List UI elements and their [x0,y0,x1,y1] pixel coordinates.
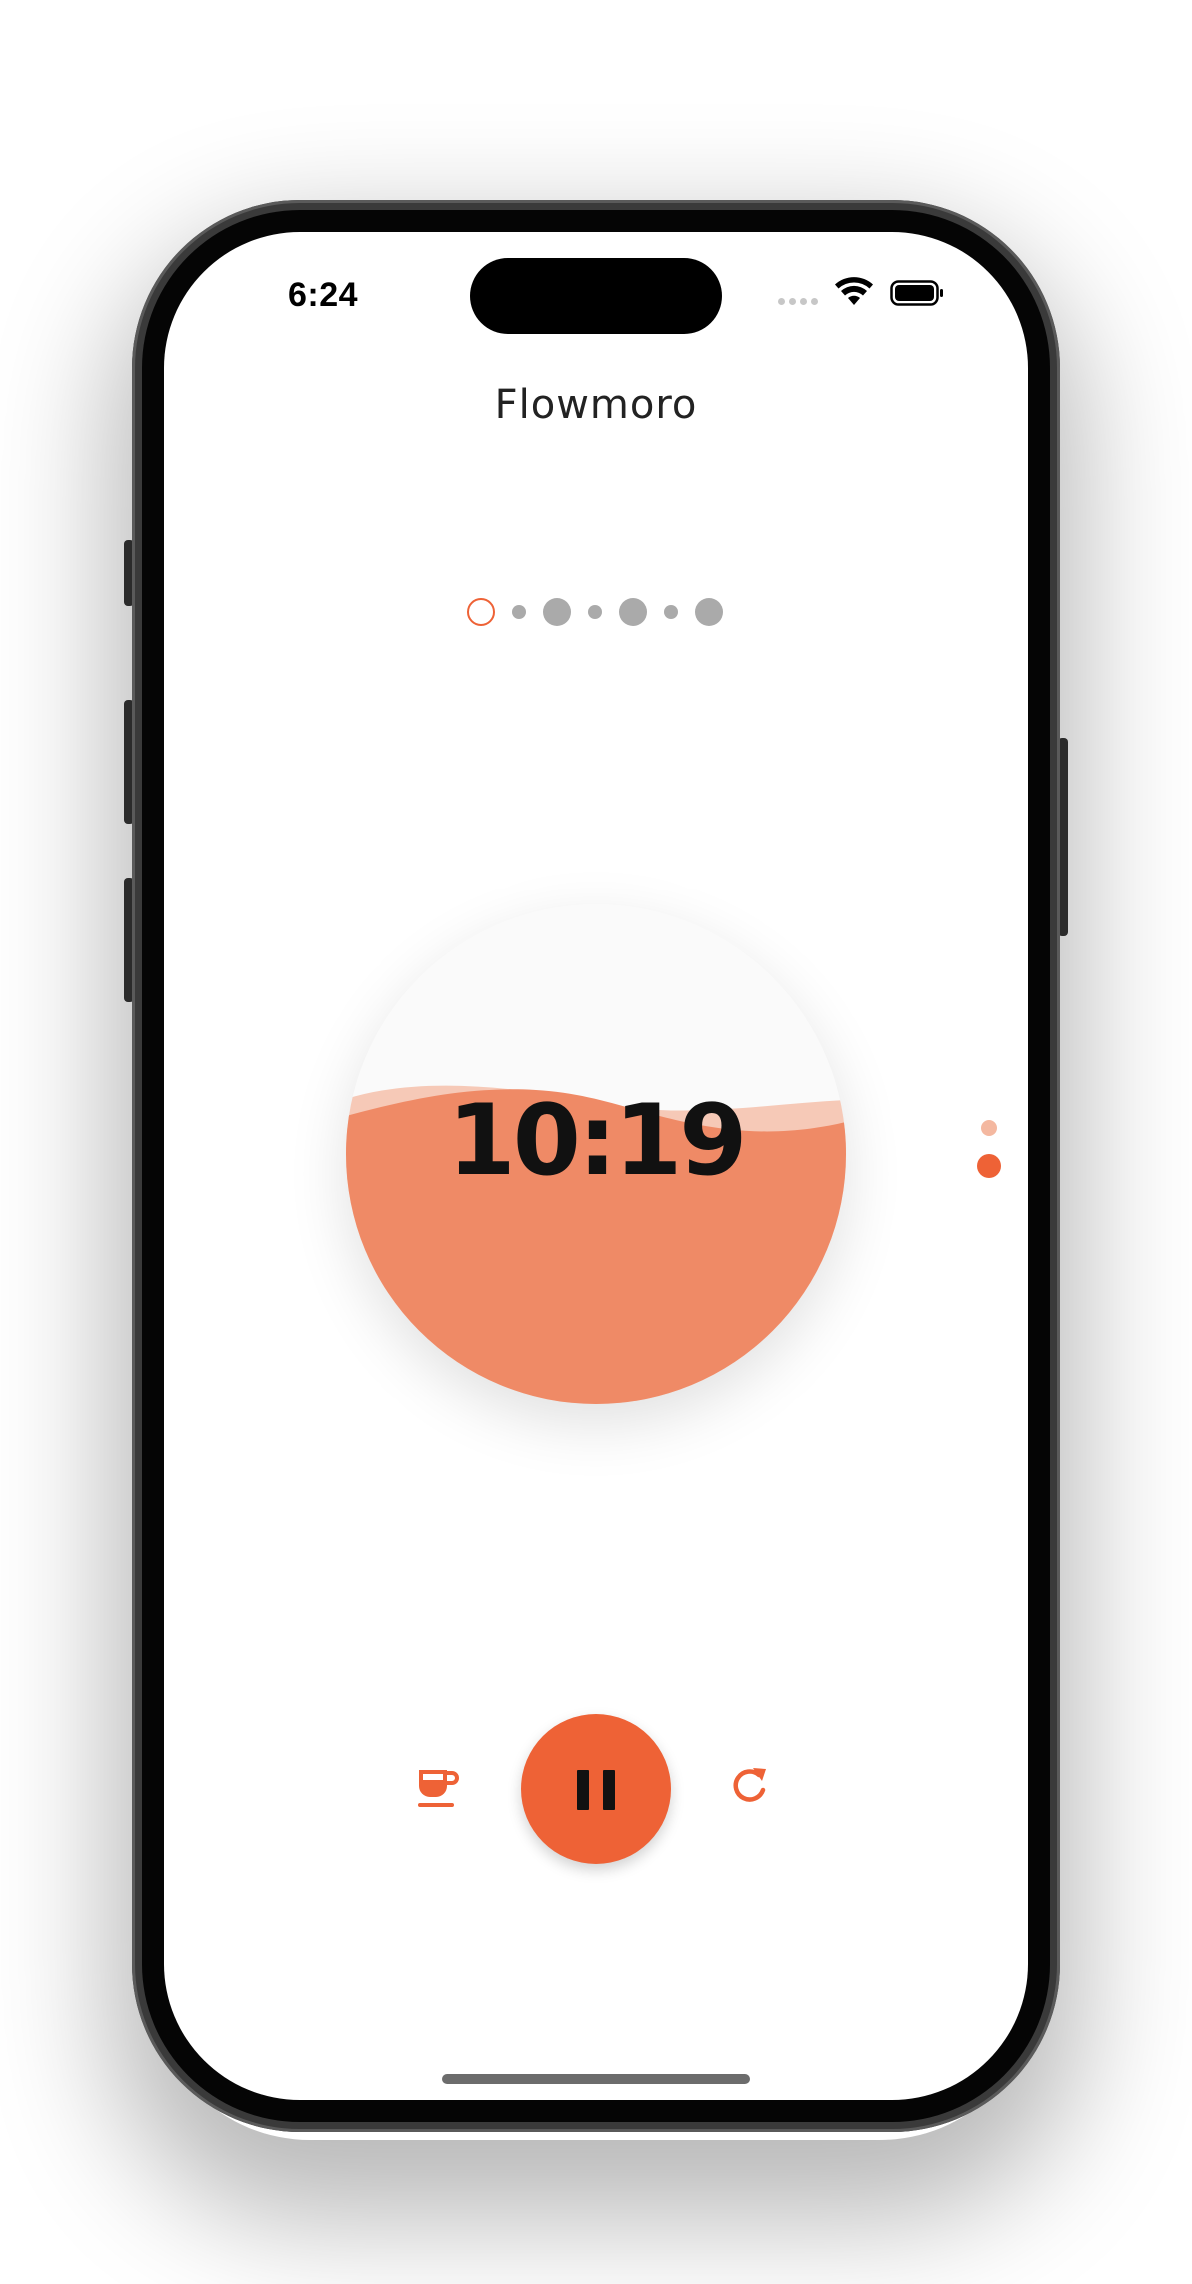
home-indicator[interactable] [442,2074,750,2084]
wifi-icon [835,277,873,305]
session-progress [164,592,1028,632]
pause-icon-bar [603,1770,615,1810]
app-title: Flowmoro [494,382,698,428]
timer-circle[interactable]: 10:19 [346,904,846,1404]
progress-dot [619,598,647,626]
battery-icon [890,280,943,306]
timer-display: 10:19 [447,1084,748,1198]
page-dot-active[interactable] [977,1154,1001,1178]
pause-icon [577,1770,589,1810]
status-time: 6:24 [288,276,359,314]
coffee-icon[interactable] [414,1764,462,1812]
timer-controls [164,1710,1028,1870]
phone-screen: 6:24 Flowmoro 10:19 [164,232,1028,2100]
pause-button[interactable] [521,1714,671,1864]
progress-dot [664,605,678,619]
refresh-icon[interactable] [726,1762,774,1810]
cellular-signal-icon [778,298,818,305]
progress-dot [543,598,571,626]
mockup-stage: 6:24 Flowmoro 10:19 [0,0,1192,2284]
progress-dot [588,605,602,619]
progress-dot-current [467,598,495,626]
progress-dot [695,598,723,626]
page-indicator [974,1116,1004,1186]
progress-dot [512,605,526,619]
dynamic-island [470,258,722,334]
page-dot[interactable] [981,1120,997,1136]
